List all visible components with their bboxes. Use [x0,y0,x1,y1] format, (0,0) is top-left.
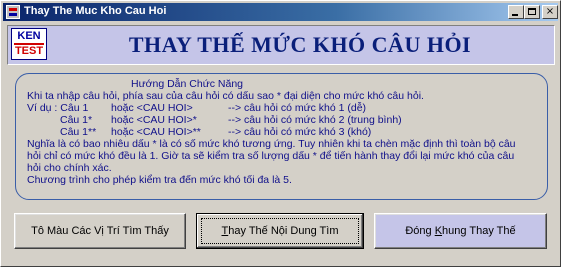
explanation-line-3: hỏi cho chính xác. [27,162,112,174]
instructions-closing: Chương trình cho phép kiểm tra đến mức k… [27,174,292,186]
example-2-label: Câu 1* [60,114,93,126]
maximize-icon [528,8,536,15]
example-1-desc: --> câu hỏi có mức khó 1 (dễ) [228,102,367,114]
close-replace-frame-button[interactable]: Đóng Khung Thay Thế [374,213,547,249]
app-window: Thay The Muc Kho Cau Hoi × KEN TEST THAY… [0,0,561,267]
close-icon: × [545,6,555,17]
close-frame-label-rest: hung Thay Thế [442,225,516,237]
minimize-button[interactable] [508,5,524,19]
window-title: Thay The Muc Kho Cau Hoi [24,5,167,17]
close-frame-label-prefix: Đóng [405,225,435,237]
header-panel: KEN TEST THAY THẾ MỨC KHÓ CÂU HỎI [7,25,555,65]
explanation-line-2: hỏi chỉ có mức khó đều là 1. Giờ ta sẽ k… [27,150,515,162]
app-icon[interactable] [6,5,20,19]
example-3-desc: --> câu hỏi có mức khó 3 (khó) [228,126,372,138]
explanation-line-1: Nghĩa là có bao nhiêu dấu * là có số mức… [27,138,516,150]
maximize-button[interactable] [524,5,540,19]
minimize-icon [512,14,518,16]
highlight-matches-button[interactable]: Tô Màu Các Vị Trí Tìm Thấy [14,213,186,249]
instructions-title: Hướng Dẫn Chức Năng [131,78,243,90]
close-button[interactable]: × [542,5,558,19]
page-title: THAY THẾ MỨC KHÓ CÂU HỎI [128,32,472,57]
example-2-desc: --> câu hỏi có mức khó 2 (trung bình) [228,114,402,126]
example-3-alt: hoặc <CAU HOI>** [111,126,201,138]
example-1-label: Ví dụ : Câu 1 [27,102,89,114]
replace-content-button[interactable]: Thay Thế Nội Dung Tìm [196,213,364,249]
example-1-alt: hoặc <CAU HOI> [111,102,193,114]
focus-rectangle [201,218,359,244]
instructions-intro: Khi ta nhập câu hỏi, phía sau của câu hỏ… [27,90,424,102]
logo-line1: KEN [17,30,41,42]
title-bar[interactable]: Thay The Muc Kho Cau Hoi × [3,3,558,21]
logo-line2: TEST [14,45,44,57]
example-3-label: Câu 1** [60,126,97,138]
instructions-panel: Hướng Dẫn Chức Năng Khi ta nhập câu hỏi,… [15,73,548,200]
highlight-matches-label: Tô Màu Các Vị Trí Tìm Thấy [31,225,169,237]
kentest-logo: KEN TEST [11,28,47,60]
close-frame-mnemonic: K [434,225,443,237]
example-2-alt: hoặc <CAU HOI>* [111,114,197,126]
